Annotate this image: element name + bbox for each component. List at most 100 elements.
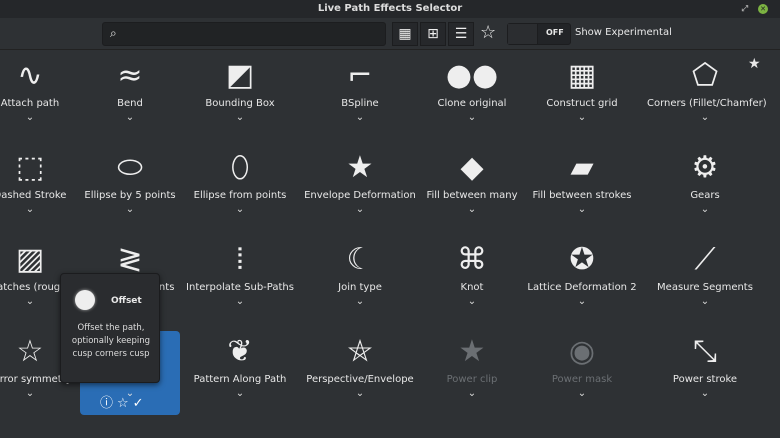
chevron-down-icon[interactable]: ⌄ [647, 296, 763, 310]
info-icon[interactable]: ⓘ [100, 396, 117, 411]
effect-label: Power mask [551, 374, 613, 385]
experimental-toggle[interactable]: OFF [507, 23, 571, 45]
effect-label: Measure Segments [657, 282, 753, 293]
effect-item[interactable]: ⛤ Perspective/Envelope ⌄ [302, 332, 418, 402]
chevron-down-icon[interactable]: ⌄ [182, 204, 298, 218]
effect-item[interactable]: ⦙ Interpolate Sub-Paths ⌄ [182, 240, 298, 310]
chevron-down-icon[interactable]: ⌄ [182, 112, 298, 126]
effect-item[interactable]: ⚙ Gears ⌄ [647, 148, 763, 218]
effect-item[interactable]: ▦ Construct grid ⌄ [524, 56, 640, 126]
effect-item[interactable]: ⌐ BSpline ⌄ [302, 56, 418, 126]
chevron-down-icon[interactable]: ⌄ [182, 388, 298, 402]
effect-label: Knot [460, 282, 484, 293]
effect-icon: ◆ [460, 150, 484, 185]
effect-icon: ★ [458, 334, 486, 369]
effect-item[interactable]: ◉ Power mask ⌄ [524, 332, 640, 402]
favorite-icon[interactable]: ☆ [117, 396, 133, 411]
effect-icon: ●● [445, 58, 499, 93]
effect-label: Fill between many [426, 190, 518, 201]
effect-item[interactable]: ☾ Join type ⌄ [302, 240, 418, 310]
chevron-down-icon[interactable]: ⌄ [72, 204, 188, 218]
window-title: Live Path Effects Selector [317, 3, 463, 14]
chevron-down-icon[interactable]: ⌄ [647, 112, 763, 126]
effect-label: Interpolate Sub-Paths [186, 282, 294, 293]
effect-label: Bounding Box [205, 98, 275, 109]
effect-item[interactable]: ◆ Fill between many ⌄ [414, 148, 530, 218]
chevron-down-icon[interactable]: ⌄ [647, 388, 763, 402]
effect-label: Envelope Deformation [304, 190, 416, 201]
effect-label: Ellipse by 5 points [84, 190, 176, 201]
chevron-down-icon[interactable]: ⌄ [524, 296, 640, 310]
effect-item[interactable]: ⟋ Measure Segments ⌄ [647, 240, 763, 310]
effect-item[interactable]: ⌘ Knot ⌄ [414, 240, 530, 310]
effect-label: Power stroke [672, 374, 738, 385]
effect-item[interactable]: ✪ Lattice Deformation 2 ⌄ [524, 240, 640, 310]
effect-icon: ⤡ [693, 334, 717, 369]
tooltip-title: Offset [111, 296, 142, 306]
effect-label: Gears [690, 190, 720, 201]
effect-icon: ✪ [569, 242, 595, 277]
large-grid-view-button[interactable]: ▦ [392, 22, 418, 46]
chevron-down-icon[interactable]: ⌄ [302, 204, 418, 218]
effect-label: Lattice Deformation 2 [527, 282, 637, 293]
effect-icon: ⬭ [117, 150, 143, 185]
show-experimental-label: Show Experimental [575, 27, 672, 38]
effect-item[interactable]: ◩ Bounding Box ⌄ [182, 56, 298, 126]
chevron-down-icon[interactable]: ⌄ [414, 112, 530, 126]
effect-icon: ≈ [117, 58, 143, 93]
favorites-star-icon[interactable]: ☆ [480, 22, 496, 44]
effect-icon: ▰ [570, 150, 594, 185]
effect-icon: ☾ [346, 242, 374, 277]
effect-icon: ★ [346, 150, 374, 185]
effect-label: Bend [117, 98, 143, 109]
effect-icon: ⚙ [691, 150, 719, 185]
chevron-down-icon[interactable]: ⌄ [182, 296, 298, 310]
chevron-down-icon[interactable]: ⌄ [72, 112, 188, 126]
chevron-down-icon[interactable]: ⌄ [414, 296, 530, 310]
effect-label: Power clip [446, 374, 498, 385]
effect-item[interactable]: ≈ Bend ⌄ [72, 56, 188, 126]
apply-check-icon[interactable]: ✓ [133, 396, 148, 411]
effect-item[interactable]: ●● Clone original ⌄ [414, 56, 530, 126]
effect-icon: ◉ [568, 334, 596, 369]
chevron-down-icon[interactable]: ⌄ [302, 388, 418, 402]
favorite-star-icon[interactable]: ★ [748, 56, 761, 72]
effect-icon: ◩ [225, 58, 255, 93]
effect-label: Clone original [437, 98, 507, 109]
small-grid-view-button[interactable]: ⊞ [420, 22, 446, 46]
chevron-down-icon[interactable]: ⌄ [302, 112, 418, 126]
chevron-down-icon[interactable]: ⌄ [524, 204, 640, 218]
chevron-down-icon[interactable]: ⌄ [524, 388, 640, 402]
effect-icon: ⛤ [348, 334, 372, 369]
chevron-down-icon[interactable]: ⌄ [647, 204, 763, 218]
effect-item[interactable]: ❦ Pattern Along Path ⌄ [182, 332, 298, 402]
effect-item[interactable]: ★ Envelope Deformation ⌄ [302, 148, 418, 218]
effect-item[interactable]: ★ Power clip ⌄ [414, 332, 530, 402]
effect-item[interactable]: ▰ Fill between strokes ⌄ [524, 148, 640, 218]
effect-label: Fill between strokes [532, 190, 632, 201]
effect-icon: ▦ [567, 58, 597, 93]
chevron-down-icon[interactable]: ⌄ [524, 112, 640, 126]
effect-icon: ⦙ [236, 242, 244, 277]
effect-item[interactable]: ⤡ Power stroke ⌄ [647, 332, 763, 402]
list-view-button[interactable]: ☰ [448, 22, 474, 46]
restore-icon[interactable]: ⤢ [742, 0, 748, 18]
chevron-down-icon[interactable]: ⌄ [302, 296, 418, 310]
offset-icon [75, 290, 95, 310]
effect-icon: ⟋ [694, 242, 716, 277]
close-button[interactable]: ✕ [758, 4, 768, 14]
effect-item[interactable]: ⬯ Ellipse from points ⌄ [182, 148, 298, 218]
chevron-down-icon[interactable]: ⌄ [414, 204, 530, 218]
effect-item[interactable]: ⬠ Corners (Fillet/Chamfer) ⌄ [647, 56, 767, 126]
search-input[interactable]: ⌕ [102, 22, 386, 46]
effect-label: Pattern Along Path [193, 374, 287, 385]
tooltip: Offset Offset the path, optionally keepi… [60, 273, 160, 383]
effect-label: Corners (Fillet/Chamfer) [647, 98, 767, 109]
effect-item[interactable]: ⬭ Ellipse by 5 points ⌄ [72, 148, 188, 218]
chevron-down-icon[interactable]: ⌄ [414, 388, 530, 402]
toolbar: ⌕ ▦ ⊞ ☰ ☆ OFF Show Experimental [0, 18, 780, 50]
effect-label: Ellipse from points [193, 190, 287, 201]
effect-icon: ⬠ [691, 58, 719, 93]
search-icon: ⌕ [110, 26, 117, 40]
tooltip-description: Offset the path, optionally keeping cusp… [71, 323, 151, 359]
